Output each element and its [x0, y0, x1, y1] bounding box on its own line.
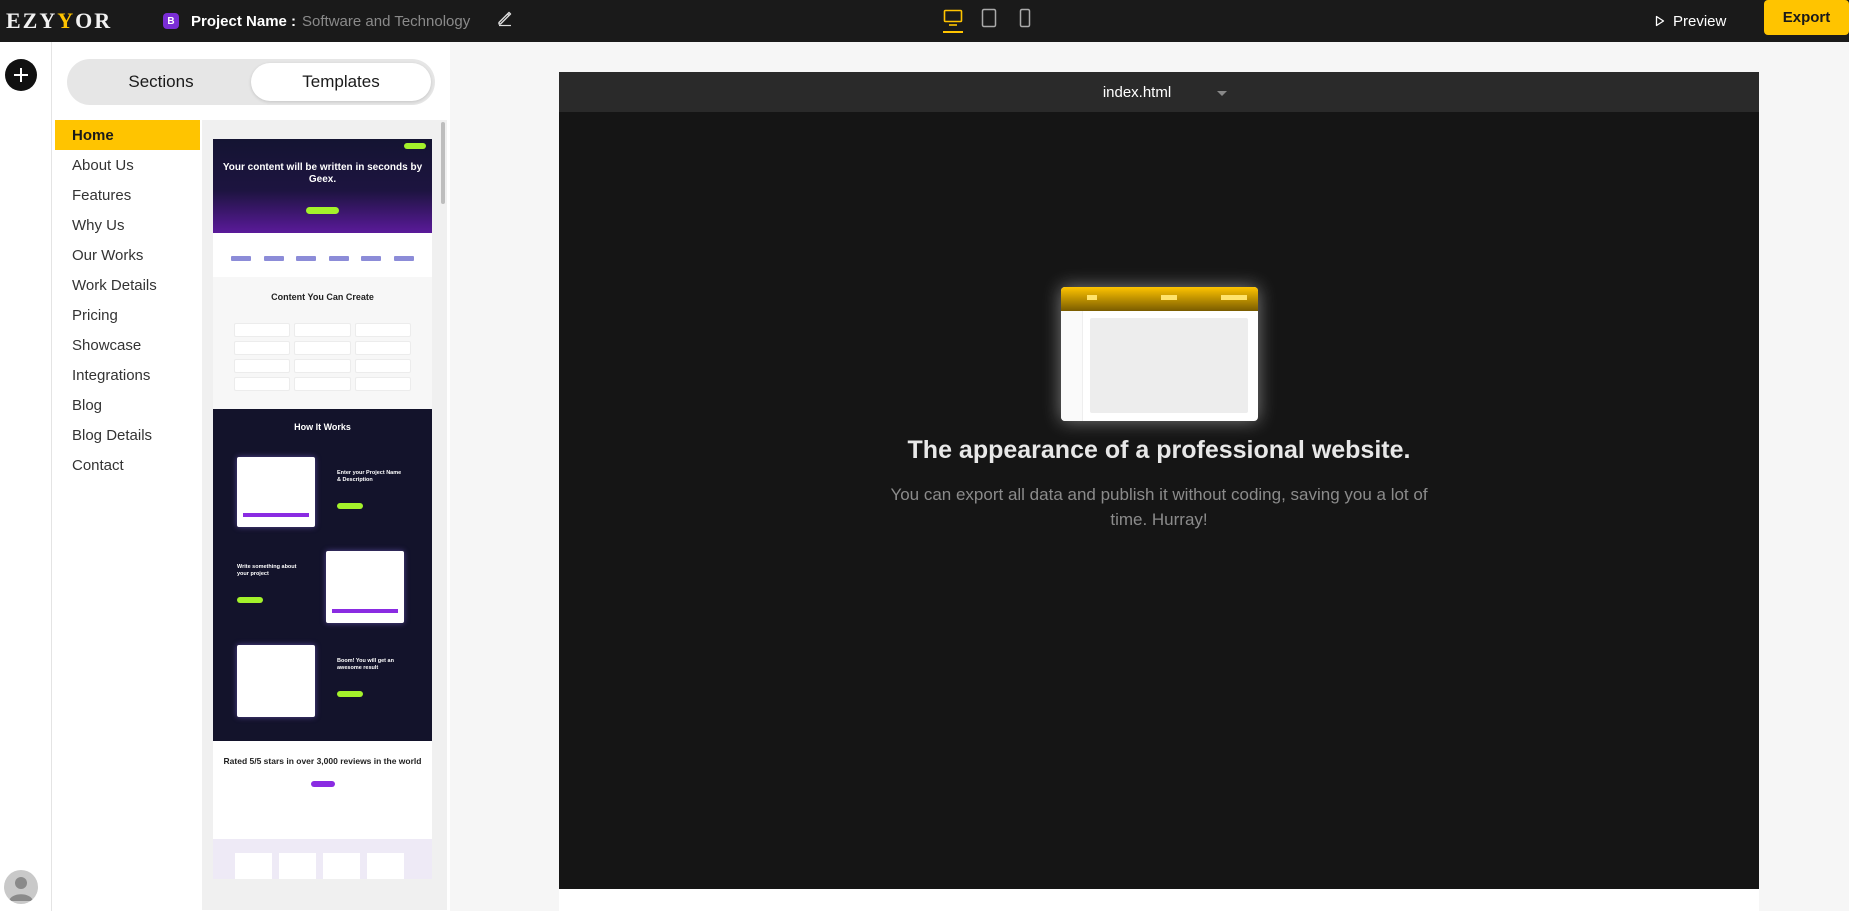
- logo-text-end: OR: [75, 8, 113, 33]
- template-nav: [219, 143, 426, 149]
- template-step-2-button: [237, 597, 263, 603]
- template-hero-section: Your content will be written in seconds …: [213, 139, 432, 233]
- logo-text-accent: Y: [57, 8, 76, 33]
- app-logo[interactable]: EZY Y OR: [0, 0, 150, 42]
- desktop-icon: [943, 9, 963, 26]
- template-logos-section: [213, 233, 432, 277]
- preview-label: Preview: [1673, 12, 1727, 30]
- editor-canvas: index.html The appearance of a professio…: [450, 42, 1849, 911]
- template-hero-cta: [306, 207, 339, 214]
- chevron-down-icon: [1217, 90, 1228, 96]
- template-how-it-works-section: How It Works Enter your Project Name & D…: [213, 409, 432, 741]
- page-item-why-us[interactable]: Why Us: [55, 210, 200, 240]
- template-step-card: [326, 551, 404, 623]
- left-rail: [0, 42, 52, 911]
- side-panel: Sections Templates Home About Us Feature…: [52, 42, 450, 911]
- template-step-card: [237, 457, 315, 527]
- tab-sections[interactable]: Sections: [71, 63, 251, 101]
- user-avatar[interactable]: [4, 870, 38, 904]
- page-item-integrations[interactable]: Integrations: [55, 360, 200, 390]
- page-item-contact[interactable]: Contact: [55, 450, 200, 480]
- add-section-button[interactable]: [5, 59, 37, 91]
- file-selector-bar: index.html: [559, 72, 1759, 112]
- website-illustration-icon: [1061, 287, 1258, 421]
- template-thumbnail-list[interactable]: Your content will be written in seconds …: [202, 120, 447, 910]
- file-name: index.html: [1102, 83, 1172, 101]
- template-step-1-button: [337, 503, 363, 509]
- template-step-card: [237, 645, 315, 717]
- project-badge-icon: B: [163, 13, 179, 29]
- template-hero-title: Your content will be written in seconds …: [222, 162, 423, 185]
- page-item-about-us[interactable]: About Us: [55, 150, 200, 180]
- project-name-label: Project Name :: [191, 12, 297, 30]
- thumbnail-scrollbar[interactable]: [441, 122, 445, 204]
- user-icon: [9, 877, 33, 901]
- tablet-icon: [981, 8, 997, 28]
- empty-state-description: You can export all data and publish it w…: [890, 485, 1428, 529]
- project-name-value[interactable]: Software and Technology: [302, 13, 470, 30]
- project-name-area: B Project Name : Software and Technology: [163, 9, 470, 33]
- logo-text: EZY: [6, 8, 58, 33]
- plus-icon: [14, 68, 28, 82]
- template-step-1-text: Enter your Project Name & Description: [337, 470, 402, 483]
- template-step-3-text: Boom! You will get an awesome result: [337, 658, 394, 671]
- template-content-section: Content You Can Create: [213, 277, 432, 409]
- empty-state: The appearance of a professional website…: [559, 112, 1759, 889]
- template-rated-pill: [311, 781, 335, 787]
- play-icon: [1655, 15, 1665, 27]
- page-item-our-works[interactable]: Our Works: [55, 240, 200, 270]
- preview-button[interactable]: Preview: [1655, 6, 1726, 36]
- template-how-title: How It Works: [294, 422, 351, 432]
- template-rated-section: Rated 5/5 stars in over 3,000 reviews in…: [213, 741, 432, 839]
- page-item-blog-details[interactable]: Blog Details: [55, 420, 200, 450]
- page-item-home[interactable]: Home: [55, 120, 200, 150]
- template-step-3-button: [337, 691, 363, 697]
- edit-pencil-icon[interactable]: [496, 9, 514, 27]
- page-item-work-details[interactable]: Work Details: [55, 270, 200, 300]
- empty-state-title: The appearance of a professional website…: [907, 436, 1411, 464]
- page-frame: index.html The appearance of a professio…: [559, 72, 1759, 911]
- template-rated-title: Rated 5/5 stars in over 3,000 reviews in…: [223, 756, 422, 766]
- template-step-2-text: Write something about your project: [237, 564, 297, 577]
- page-item-pricing[interactable]: Pricing: [55, 300, 200, 330]
- tablet-view-button[interactable]: [979, 5, 999, 31]
- page-item-features[interactable]: Features: [55, 180, 200, 210]
- file-select[interactable]: index.html: [1102, 83, 1228, 101]
- template-preview[interactable]: Your content will be written in seconds …: [213, 139, 432, 879]
- device-switcher: [943, 5, 1035, 33]
- page-list: Home About Us Features Why Us Our Works …: [55, 120, 200, 910]
- tab-templates[interactable]: Templates: [251, 63, 431, 101]
- mobile-view-button[interactable]: [1015, 5, 1035, 31]
- template-content-title: Content You Can Create: [271, 292, 374, 302]
- panel-tabs: Sections Templates: [67, 59, 435, 105]
- top-bar: EZY Y OR B Project Name : Software and Tec…: [0, 0, 1849, 42]
- page-item-showcase[interactable]: Showcase: [55, 330, 200, 360]
- desktop-view-button[interactable]: [943, 5, 963, 33]
- export-button[interactable]: Export: [1764, 0, 1849, 35]
- template-reviews-section: [213, 839, 432, 879]
- page-item-blog[interactable]: Blog: [55, 390, 200, 420]
- mobile-icon: [1019, 8, 1031, 28]
